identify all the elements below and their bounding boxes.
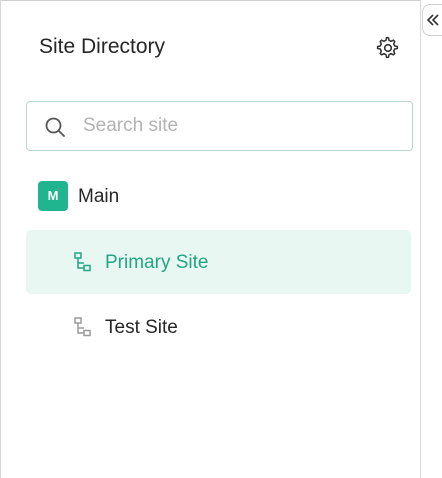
tree-item-primary-site[interactable]: Primary Site: [26, 230, 411, 294]
site-tree-icon: [74, 317, 91, 337]
tree-item-test-site[interactable]: Test Site: [26, 295, 411, 359]
left-border: [0, 0, 1, 478]
search-input[interactable]: [83, 114, 383, 138]
top-border: [0, 0, 420, 1]
org-badge: M: [38, 181, 68, 211]
settings-button[interactable]: [376, 36, 400, 60]
collapse-panel-button[interactable]: [422, 4, 442, 36]
panel-title: Site Directory: [39, 35, 166, 58]
tree-node-main[interactable]: M Main: [38, 181, 238, 213]
site-directory-panel: Site Directory M Main Primary Site: [0, 0, 442, 478]
tree-item-label: Test Site: [105, 317, 178, 338]
search-icon: [45, 117, 65, 137]
collapse-left-icon: [427, 14, 439, 26]
search-field[interactable]: [26, 101, 413, 151]
panel-divider[interactable]: [420, 0, 421, 478]
tree-item-label: Primary Site: [105, 252, 209, 273]
tree-node-label: Main: [78, 186, 120, 207]
gear-icon: [376, 36, 399, 59]
site-tree-icon: [74, 252, 91, 272]
panel-header: Site Directory: [39, 34, 402, 60]
